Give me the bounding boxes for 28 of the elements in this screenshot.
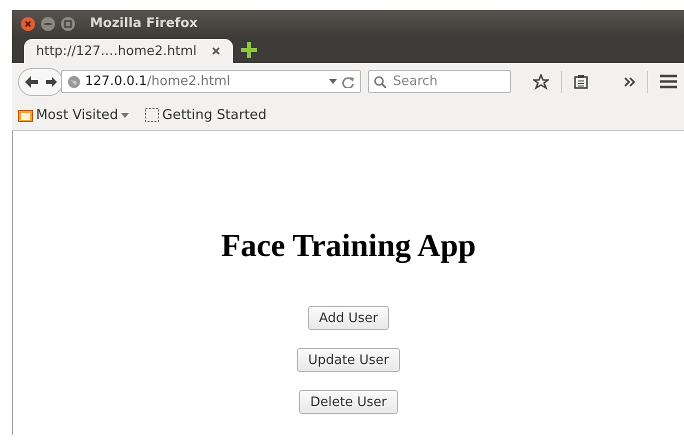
folder-icon — [18, 108, 33, 122]
reload-icon[interactable] — [342, 76, 354, 88]
back-icon[interactable] — [23, 74, 40, 90]
user-button[interactable]: Delete User — [299, 390, 398, 414]
plus-icon[interactable] — [240, 42, 257, 58]
close-icon[interactable] — [20, 16, 36, 32]
clipboard-icon[interactable] — [574, 74, 588, 89]
address-field[interactable]: 127.0.0.1/home2.html — [61, 70, 361, 93]
page-icon — [145, 108, 160, 122]
close-icon[interactable] — [210, 46, 221, 56]
maximize-icon[interactable] — [60, 16, 76, 32]
page-heading: Face Training App — [221, 227, 476, 264]
menu-icon[interactable] — [660, 74, 677, 89]
minimize-icon[interactable] — [40, 16, 56, 32]
star-icon[interactable] — [533, 74, 549, 90]
chevrons-icon[interactable] — [624, 76, 635, 86]
url-text: 127.0.0.1/home2.html — [85, 74, 230, 89]
user-button[interactable]: Add User — [308, 306, 389, 330]
search-icon — [374, 76, 386, 88]
window-title: Mozilla Firefox — [90, 16, 198, 31]
dropdown-icon[interactable] — [329, 79, 337, 84]
bookmark-item[interactable]: Most Visited — [18, 107, 130, 123]
forward-icon[interactable] — [44, 74, 58, 88]
dropdown-icon — [121, 112, 130, 118]
user-button[interactable]: Update User — [297, 348, 400, 372]
bookmark-item[interactable]: Getting Started — [145, 107, 267, 123]
search-field[interactable]: Search — [368, 70, 511, 93]
browser-tab[interactable]: http://127.…home2.html — [24, 39, 233, 63]
